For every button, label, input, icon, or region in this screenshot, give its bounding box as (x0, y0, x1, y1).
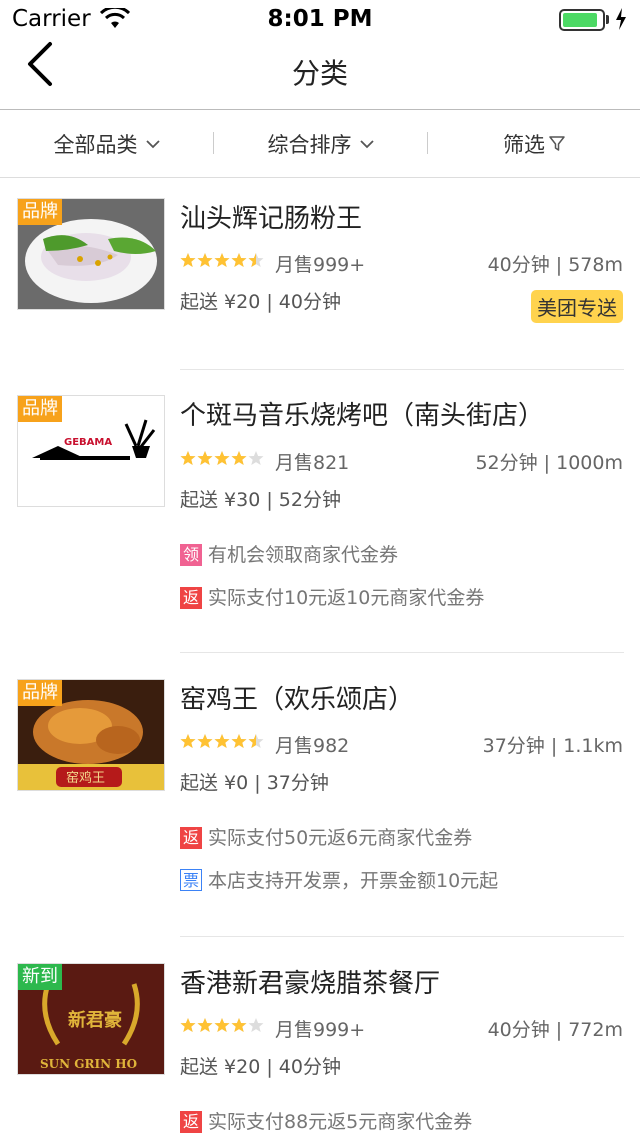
star-icon (197, 734, 213, 748)
star-icon (180, 734, 196, 748)
charging-bolt-icon (616, 8, 626, 30)
star-icon (214, 451, 230, 465)
page-title: 分类 (291, 57, 348, 90)
shop-name: 香港新君豪烧腊茶餐厅 (180, 969, 441, 999)
shop-name: 窑鸡王（欢乐颂店） (180, 685, 415, 715)
status-time: 8:01 PM (267, 6, 373, 32)
filter-screen[interactable]: 筛选 (428, 110, 640, 178)
shop-badge: 新到 (18, 964, 62, 990)
filter-category-label: 全部品类 (53, 133, 138, 157)
star-icon (248, 451, 264, 465)
promo-rebate-icon: 返 (180, 587, 202, 609)
filter-sort[interactable]: 综合排序 (214, 110, 427, 178)
star-icon (231, 253, 247, 267)
battery-icon (559, 9, 605, 31)
shop-thumbnail: 窑鸡王 品牌 (17, 679, 165, 791)
delivery-time-distance: 40分钟 | 578m (487, 254, 623, 276)
filter-screen-label: 筛选 (503, 133, 545, 157)
star-icon (180, 451, 196, 465)
promo-item: 返实际支付10元返10元商家代金券 (180, 583, 484, 610)
star-icon (248, 1018, 264, 1032)
star-icon (197, 451, 213, 465)
min-order: 起送 ¥0 | 37分钟 (180, 772, 329, 794)
promo-item: 票本店支持开发票，开票金额10元起 (180, 866, 498, 893)
battery-tip (606, 15, 609, 24)
delivery-tag: 美团专送 (531, 290, 623, 323)
shop-item[interactable]: 窑鸡王 品牌 窑鸡王（欢乐颂店） 月售982 37分钟 | 1.1km 起送 ¥… (0, 653, 640, 937)
promo-text: 有机会领取商家代金券 (208, 544, 399, 566)
filter-bar: 全部品类 综合排序 筛选 (0, 110, 640, 178)
rating-stars (180, 252, 270, 275)
shop-badge: 品牌 (18, 199, 62, 225)
chevron-down-icon (145, 140, 160, 149)
navigation-bar: 分类 (0, 40, 640, 110)
min-order: 起送 ¥20 | 40分钟 (180, 291, 341, 313)
shop-logo-text: 窑鸡王 (66, 770, 105, 786)
promo-rebate-icon: 返 (180, 827, 202, 849)
star-icon (197, 253, 213, 267)
rating-stars (180, 450, 270, 473)
star-icon (180, 253, 196, 267)
promo-rebate-icon: 返 (180, 1111, 202, 1133)
shop-badge: 品牌 (18, 680, 62, 706)
shop-thumbnail: 新君豪 SUN GRIN HO 新到 (17, 963, 165, 1075)
min-order: 起送 ¥20 | 40分钟 (180, 1056, 341, 1078)
monthly-sales: 月售821 (275, 452, 350, 474)
shop-item[interactable]: GEBAMA 品牌 个斑马音乐烧烤吧（南头街店） 月售821 52分钟 | 10… (0, 370, 640, 653)
delivery-time-distance: 52分钟 | 1000m (475, 452, 623, 474)
shop-badge: 品牌 (18, 396, 62, 422)
shop-thumbnail: 品牌 (17, 198, 165, 310)
star-icon (214, 734, 230, 748)
monthly-sales: 月售999+ (275, 1019, 366, 1041)
star-icon (214, 253, 230, 267)
chevron-down-icon (359, 140, 374, 149)
shop-thumbnail: GEBAMA 品牌 (17, 395, 165, 507)
promo-text: 实际支付10元返10元商家代金券 (208, 587, 485, 609)
delivery-time-distance: 40分钟 | 772m (487, 1019, 623, 1041)
promo-text: 实际支付88元返5元商家代金券 (208, 1111, 473, 1133)
star-icon (197, 1018, 213, 1032)
filter-category[interactable]: 全部品类 (0, 110, 213, 178)
rating-stars (180, 1017, 270, 1040)
star-icon (231, 1018, 247, 1032)
filter-sort-label: 综合排序 (267, 133, 352, 157)
star-icon (180, 1018, 196, 1032)
rating-stars (180, 733, 270, 756)
star-icon (248, 734, 264, 748)
delivery-time-distance: 37分钟 | 1.1km (482, 735, 623, 757)
star-icon (231, 451, 247, 465)
shop-logo-text: GEBAMA (64, 437, 112, 448)
shop-name: 个斑马音乐烧烤吧（南头街店） (180, 401, 545, 431)
promo-coupon-icon: 领 (180, 544, 202, 566)
shop-name: 汕头辉记肠粉王 (180, 204, 363, 234)
star-icon (214, 1018, 230, 1032)
shop-logo-subtext: SUN GRIN HO (40, 1057, 137, 1071)
promo-item: 领有机会领取商家代金券 (180, 540, 398, 567)
status-bar: Carrier 8:01 PM (0, 0, 640, 40)
promo-item: 返实际支付88元返5元商家代金券 (180, 1107, 472, 1134)
promo-invoice-icon: 票 (180, 869, 202, 891)
shop-item[interactable]: 新君豪 SUN GRIN HO 新到 香港新君豪烧腊茶餐厅 月售999+ 40分… (0, 937, 640, 1136)
min-order: 起送 ¥30 | 52分钟 (180, 489, 341, 511)
funnel-icon (549, 136, 565, 151)
star-icon (231, 734, 247, 748)
star-icon (248, 253, 264, 267)
promo-item: 返实际支付50元返6元商家代金券 (180, 823, 472, 850)
promo-text: 本店支持开发票，开票金额10元起 (208, 870, 499, 892)
shop-logo-text: 新君豪 (68, 1009, 122, 1031)
battery-fill (563, 13, 597, 27)
promo-text: 实际支付50元返6元商家代金券 (208, 827, 473, 849)
monthly-sales: 月售999+ (275, 254, 366, 276)
monthly-sales: 月售982 (275, 735, 350, 757)
shop-item[interactable]: 品牌 汕头辉记肠粉王 月售999+ 40分钟 | 578m 起送 ¥20 | 4… (0, 178, 640, 370)
